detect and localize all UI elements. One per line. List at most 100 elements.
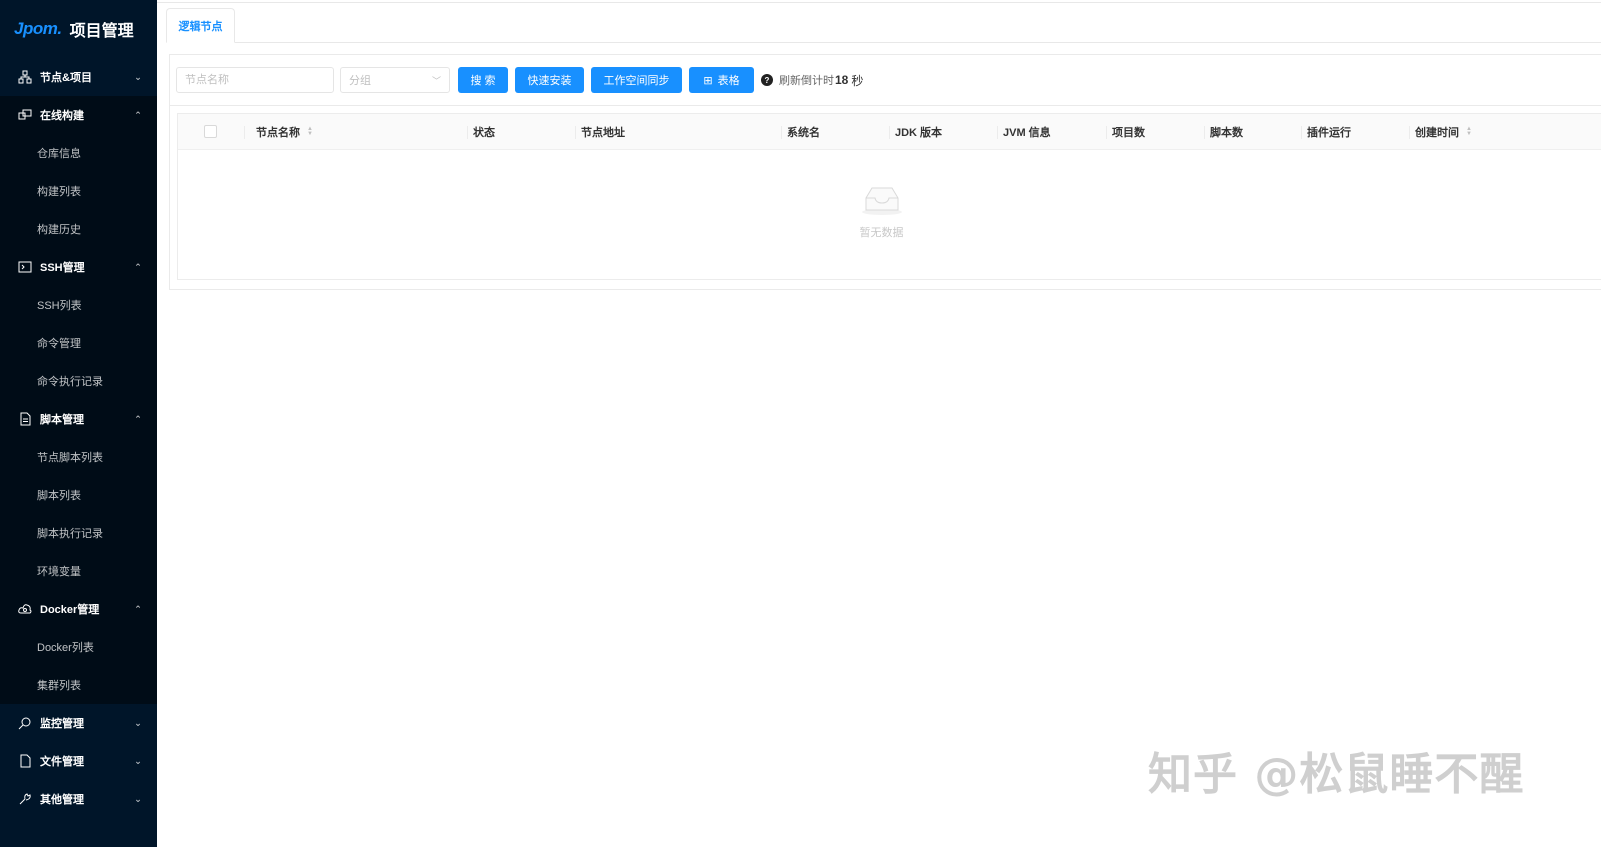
sidebar-group-5[interactable]: 监控管理 ⌄	[0, 704, 157, 742]
sidebar-submenu: 节点脚本列表 脚本列表 脚本执行记录 环境变量	[0, 438, 157, 590]
app-title: 项目管理	[69, 23, 134, 40]
workspace-sync-button[interactable]: 工作空间同步	[591, 67, 682, 93]
column-header[interactable]: 创建时间 ▲ ▼	[1409, 114, 1472, 150]
group-select-placeholder: 分组	[349, 75, 371, 87]
sidebar-item[interactable]: 脚本执行记录	[0, 514, 157, 552]
sidebar-group-label: 文件管理	[40, 756, 84, 768]
table-view-button[interactable]: ⊞ 表格	[689, 67, 754, 93]
sidebar-item[interactable]: 节点脚本列表	[0, 438, 157, 476]
sidebar-item[interactable]: 命令执行记录	[0, 362, 157, 400]
chevron-up-icon: ⌃	[134, 603, 142, 614]
column-header-label: 创建时间	[1415, 127, 1459, 139]
node-name-search-input[interactable]	[176, 67, 334, 93]
tab-logic-node[interactable]: 逻辑节点	[166, 8, 235, 43]
search-button[interactable]: 搜 索	[458, 67, 508, 93]
sidebar-group-2[interactable]: SSH管理 ⌃	[0, 248, 157, 286]
column-header-label: 脚本数	[1210, 127, 1243, 139]
column-header-label: 项目数	[1112, 127, 1145, 139]
column-header-label: 系统名	[787, 127, 820, 139]
sidebar-item[interactable]: SSH列表	[0, 286, 157, 324]
monitor-icon	[18, 716, 32, 730]
column-header: JVM 信息	[997, 114, 1051, 150]
sidebar-item[interactable]: 构建历史	[0, 210, 157, 248]
tab-bar: 逻辑节点	[166, 8, 1601, 43]
table-icon: ⊞	[703, 74, 713, 87]
sidebar-group-label: 脚本管理	[40, 414, 84, 426]
column-header-label: JVM 信息	[1003, 127, 1051, 139]
chevron-up-icon: ⌃	[134, 109, 142, 120]
cluster-icon	[18, 70, 32, 84]
empty-inbox-icon	[861, 187, 902, 215]
column-header: 项目数	[1106, 114, 1145, 150]
sidebar-item[interactable]: 命令管理	[0, 324, 157, 362]
chevron-down-icon: ⌄	[134, 717, 142, 728]
build-icon	[18, 108, 32, 122]
column-header: JDK 版本	[889, 114, 942, 150]
sidebar-item[interactable]: 脚本列表	[0, 476, 157, 514]
quick-install-button[interactable]: 快速安装	[515, 67, 584, 93]
sidebar-group-label: 监控管理	[40, 718, 84, 730]
sidebar-group-7[interactable]: 其他管理 ⌄	[0, 780, 157, 818]
column-header-label: 节点地址	[581, 127, 625, 139]
empty-text: 暂无数据	[859, 227, 904, 239]
column-header: 节点地址	[575, 114, 625, 150]
cloud-icon	[18, 602, 32, 616]
file-icon	[18, 754, 32, 768]
refresh-countdown: ? 刷新倒计时 18 秒	[761, 72, 863, 89]
refresh-countdown-label: 刷新倒计时	[779, 75, 834, 87]
sidebar-group-1[interactable]: 在线构建 ⌃	[0, 96, 157, 134]
select-all-checkbox[interactable]	[204, 125, 217, 138]
sidebar-submenu: SSH列表 命令管理 命令执行记录	[0, 286, 157, 400]
empty-state: 暂无数据	[178, 184, 1601, 240]
refresh-countdown-unit: 秒	[851, 73, 864, 88]
chevron-up-icon: ⌃	[134, 261, 142, 272]
column-header: 系统名	[781, 114, 820, 150]
sidebar-item[interactable]: 环境变量	[0, 552, 157, 590]
sort-icon[interactable]: ▲ ▼	[307, 126, 313, 137]
sidebar-group-4[interactable]: Docker管理 ⌃	[0, 590, 157, 628]
sidebar-item[interactable]: 仓库信息	[0, 134, 157, 172]
sidebar-item[interactable]: Docker列表	[0, 628, 157, 666]
group-select[interactable]: 分组 ﹀	[340, 67, 450, 93]
sidebar-group-6[interactable]: 文件管理 ⌄	[0, 742, 157, 780]
sidebar-item[interactable]: 构建列表	[0, 172, 157, 210]
sidebar-group-label: SSH管理	[40, 262, 85, 274]
sidebar-group-label: 其他管理	[40, 794, 84, 806]
toolbar-divider	[169, 105, 1601, 106]
filter-toolbar: 分组 ﹀ 搜 索 快速安装 工作空间同步 ⊞ 表格 ? 刷新倒计时 18 秒	[176, 67, 863, 93]
sidebar-submenu: 仓库信息 构建列表 构建历史	[0, 134, 157, 248]
column-header: 插件运行	[1301, 114, 1351, 150]
chevron-up-icon: ⌃	[134, 413, 142, 424]
column-header: 状态	[467, 114, 495, 150]
column-header-label: 状态	[473, 127, 495, 139]
refresh-countdown-value: 18	[835, 73, 849, 87]
sidebar: Jpom. 项目管理 节点&项目 ⌄ 在线构建 ⌃ 仓库信息 构建列表 构建历史 SSH管理 ⌃…	[0, 0, 157, 847]
sidebar-group-label: 在线构建	[40, 110, 84, 122]
chevron-down-icon: ⌄	[134, 755, 142, 766]
column-header[interactable]: 节点名称 ▲ ▼	[250, 114, 313, 150]
tool-icon	[18, 792, 32, 806]
main-content: 逻辑节点 分组 ﹀ 搜 索 快速安装 工作空间同步 ⊞ 表格 ? 刷新倒计时 1…	[157, 0, 1601, 847]
sort-icon[interactable]: ▲ ▼	[1466, 126, 1472, 137]
app-logo[interactable]: Jpom. 项目管理	[0, 0, 157, 58]
column-separator	[244, 114, 245, 150]
column-header-label: 节点名称	[256, 127, 300, 139]
question-icon[interactable]: ?	[761, 74, 773, 86]
chevron-down-icon: ﹀	[431, 75, 441, 86]
sidebar-group-0[interactable]: 节点&项目 ⌄	[0, 58, 157, 96]
sidebar-group-label: Docker管理	[40, 604, 100, 616]
chevron-down-icon: ⌄	[134, 793, 142, 804]
sidebar-group-label: 节点&项目	[40, 72, 92, 84]
sidebar-submenu: Docker列表 集群列表	[0, 628, 157, 704]
logo-mark: Jpom.	[14, 19, 62, 38]
sidebar-menu: 节点&项目 ⌄ 在线构建 ⌃ 仓库信息 构建列表 构建历史 SSH管理 ⌃ SSH列表 命令管理 命令…	[0, 58, 157, 818]
chevron-down-icon: ⌄	[134, 71, 142, 82]
watermark: 知乎 @松鼠睡不醒	[1148, 749, 1525, 800]
sidebar-group-3[interactable]: 脚本管理 ⌃	[0, 400, 157, 438]
sidebar-item[interactable]: 集群列表	[0, 666, 157, 704]
terminal-icon	[18, 260, 32, 274]
table-header: 节点名称 ▲ ▼ 状态 节点地址 系统名 JDK 版本 JVM 信息 项目数 脚本数 插件运行 创建时…	[178, 114, 1601, 150]
table-view-label: 表格	[717, 75, 740, 87]
top-divider	[157, 2, 1601, 3]
file-text-icon	[18, 412, 32, 426]
